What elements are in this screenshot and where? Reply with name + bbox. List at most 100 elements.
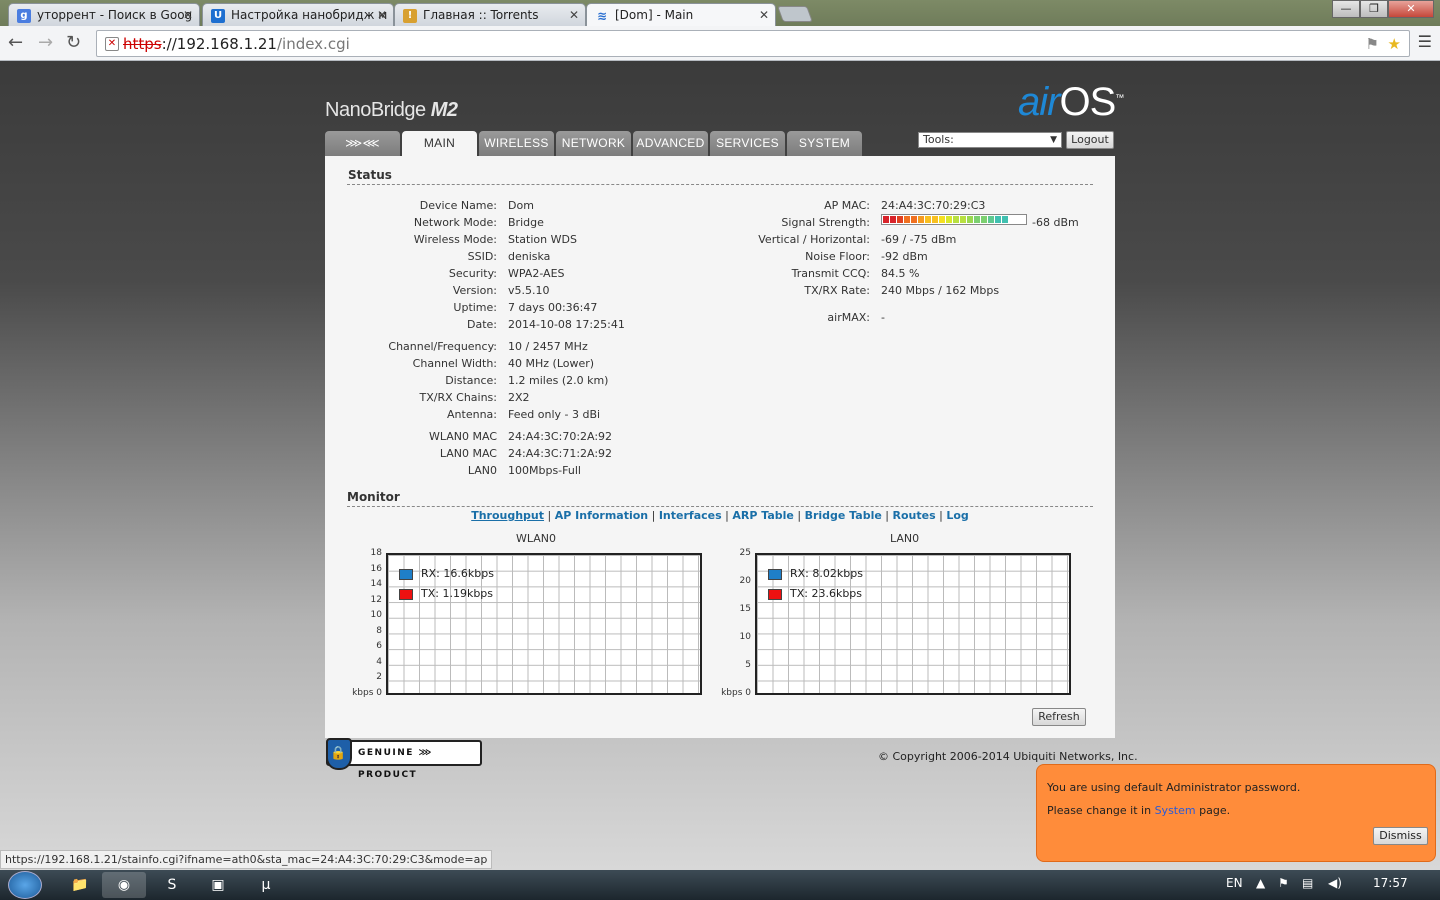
y-tick-label: 14	[370, 579, 382, 590]
chart-title-wlan0: WLAN0	[516, 532, 557, 545]
signal-segment	[995, 216, 1001, 223]
link-arp-table[interactable]: ARP Table	[732, 509, 794, 522]
status-label: Transmit CCQ:	[791, 267, 870, 280]
browser-tab-google[interactable]: g уторрент - Поиск в Goog ✕	[8, 3, 200, 27]
reload-icon[interactable]: ↻	[66, 32, 81, 53]
status-value: Dom	[508, 199, 534, 212]
copyright: © Copyright 2006-2014 Ubiquiti Networks,…	[878, 750, 1138, 763]
status-value: 40 MHz (Lower)	[508, 357, 595, 370]
link-throughput[interactable]: Throughput	[471, 509, 544, 522]
tab-system[interactable]: SYSTEM	[787, 131, 862, 156]
link-routes[interactable]: Routes	[893, 509, 936, 522]
close-tab-icon[interactable]: ✕	[759, 8, 769, 22]
lock-shield-icon: 🔒	[326, 738, 352, 770]
signal-segment	[1016, 216, 1022, 223]
tab-network[interactable]: NETWORK	[556, 131, 631, 156]
tab-advanced[interactable]: ADVANCED	[633, 131, 708, 156]
status-label: Security:	[448, 267, 497, 280]
browser-tab-active[interactable]: ≋ [Dom] - Main ✕	[586, 3, 776, 27]
status-label: Antenna:	[447, 408, 497, 421]
signal-segment	[953, 216, 959, 223]
refresh-button[interactable]: Refresh	[1032, 708, 1086, 726]
status-value: Feed only - 3 dBi	[508, 408, 601, 421]
system-link[interactable]: System	[1155, 804, 1196, 817]
link-interfaces[interactable]: Interfaces	[659, 509, 722, 522]
signal-segment	[897, 216, 903, 223]
clock[interactable]: 17:57	[1373, 876, 1408, 890]
browser-tab-strip: g уторрент - Поиск в Goog ✕ U Настройка …	[0, 0, 1440, 27]
link-ap-information[interactable]: AP Information	[555, 509, 648, 522]
close-tab-icon[interactable]: ✕	[569, 8, 579, 22]
address-bar[interactable]: ✕ https://192.168.1.21/index.cgi ⚑ ★	[96, 30, 1410, 57]
status-title: Status	[348, 168, 392, 182]
close-tab-icon[interactable]: ✕	[183, 8, 193, 22]
password-warning-notice: You are using default Administrator pass…	[1036, 764, 1436, 862]
status-bar-url: https://192.168.1.21/stainfo.cgi?ifname=…	[0, 850, 493, 869]
rx-swatch	[768, 568, 782, 580]
menu-icon[interactable]: ☰	[1418, 32, 1432, 51]
chart-title-lan0: LAN0	[890, 532, 920, 545]
tab-wireless[interactable]: WIRELESS	[479, 131, 554, 156]
utorrent-icon[interactable]: µ	[244, 872, 288, 898]
status-value: 240 Mbps / 162 Mbps	[881, 284, 1000, 297]
link-log[interactable]: Log	[946, 509, 968, 522]
status-value: -92 dBm	[881, 250, 928, 263]
minimize-icon[interactable]: —	[1332, 0, 1360, 18]
start-button[interactable]	[8, 871, 42, 899]
tab-title: Главная :: Torrents	[423, 8, 539, 22]
y-tick-label: 20	[739, 576, 751, 586]
link-bridge-table[interactable]: Bridge Table	[805, 509, 882, 522]
y-tick-label: 6	[376, 641, 382, 652]
explorer-icon[interactable]: 📁	[58, 872, 102, 898]
airos-logo: airOS™	[1018, 80, 1124, 124]
network-icon[interactable]: ▤	[1302, 876, 1313, 890]
tab-ubiquiti-logo[interactable]: ⋙⋘	[325, 131, 400, 156]
insecure-lock-icon[interactable]: ✕	[105, 37, 119, 51]
new-tab-button[interactable]	[777, 6, 813, 22]
maximize-icon[interactable]: ❐	[1360, 0, 1388, 18]
browser-tab-torrents[interactable]: ! Главная :: Torrents ✕	[394, 3, 586, 27]
y-tick-label: 16	[370, 563, 382, 574]
logout-button[interactable]: Logout	[1066, 131, 1114, 149]
language-indicator[interactable]: EN	[1226, 876, 1243, 890]
translate-icon[interactable]: ⚑	[1366, 35, 1379, 53]
y-tick-label: 8	[376, 625, 382, 636]
show-hidden-icons-icon[interactable]: ▲	[1256, 876, 1265, 890]
url-text: https://192.168.1.21/index.cgi	[123, 35, 350, 53]
window-controls: — ❐ ✕	[1332, 0, 1434, 18]
browser-tab-nanobridge-setup[interactable]: U Настройка нанобридж м ✕	[202, 3, 394, 27]
signal-segment	[925, 216, 931, 223]
back-icon[interactable]: ←	[8, 32, 23, 53]
forward-icon[interactable]: →	[38, 32, 53, 53]
skype-icon[interactable]: S	[150, 872, 194, 898]
close-tab-icon[interactable]: ✕	[377, 8, 387, 22]
tx-swatch	[768, 588, 782, 600]
legend-tx-lan0: TX: 23.6kbps	[768, 587, 862, 600]
signal-segment	[974, 216, 980, 223]
chevron-down-icon: ▼	[1050, 135, 1057, 145]
signal-segment	[1002, 216, 1008, 223]
y-tick-label: 12	[370, 594, 382, 605]
status-label: Date:	[467, 318, 497, 331]
y-tick-label: 2	[376, 672, 382, 683]
bookmark-star-icon[interactable]: ★	[1388, 35, 1401, 53]
status-value: 2X2	[508, 391, 530, 404]
product-logo: NanoBridge M2	[325, 99, 458, 121]
remote-desktop-icon[interactable]: ▣	[196, 872, 240, 898]
signal-segment	[946, 216, 952, 223]
status-value: 24:A4:3C:70:29:C3	[881, 199, 986, 212]
tools-select[interactable]: Tools: ▼	[918, 132, 1062, 148]
status-label: LAN0	[467, 464, 497, 477]
ubiquiti-icon: U	[211, 9, 225, 23]
flag-icon[interactable]: ⚑	[1278, 876, 1289, 890]
dismiss-button[interactable]: Dismiss	[1373, 827, 1428, 845]
close-window-icon[interactable]: ✕	[1388, 0, 1434, 18]
status-value: 2014-10-08 17:25:41	[508, 318, 625, 331]
tab-services[interactable]: SERVICES	[710, 131, 785, 156]
volume-icon[interactable]: ◀)	[1328, 876, 1342, 890]
tab-main[interactable]: MAIN	[402, 131, 477, 156]
chrome-icon[interactable]: ◉	[102, 872, 146, 898]
y-tick-label: kbps 0	[352, 688, 382, 698]
google-icon: g	[17, 9, 31, 23]
legend-rx-wlan0: RX: 16.6kbps	[399, 567, 494, 580]
